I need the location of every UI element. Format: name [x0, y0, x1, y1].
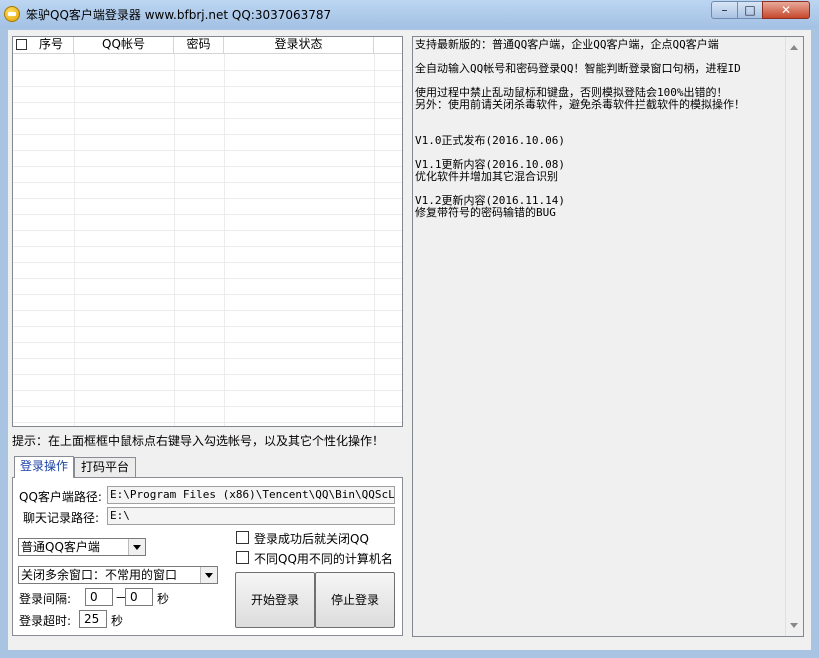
- notes-textarea[interactable]: 支持最新版的：普通QQ客户端，企业QQ客户端，企点QQ客户端全自动输入QQ帐号和…: [412, 36, 804, 637]
- grid-row-line: [13, 86, 402, 87]
- column-header-index[interactable]: 序号: [29, 37, 74, 53]
- tab-captcha-platform[interactable]: 打码平台: [74, 457, 136, 477]
- notes-line: V1.0正式发布(2016.10.06): [415, 134, 565, 147]
- client-path-field[interactable]: E:\Program Files (x86)\Tencent\QQ\Bin\QQ…: [107, 486, 395, 504]
- grid-column-line: [374, 54, 375, 426]
- notes-line: 全自动输入QQ帐号和密码登录QQ！智能判断登录窗口句柄，进程ID: [415, 62, 741, 75]
- notes-line: [415, 111, 787, 123]
- grid-column-line: [74, 54, 75, 426]
- notes-line: 另外：使用前请关闭杀毒软件，避免杀毒软件拦截软件的模拟操作！: [415, 98, 745, 111]
- grid-row-line: [13, 214, 402, 215]
- grid-row-line: [13, 278, 402, 279]
- grid-row-line: [13, 406, 402, 407]
- grid-row-line: [13, 294, 402, 295]
- notes-scrollbar[interactable]: [785, 37, 803, 636]
- client-type-select[interactable]: 普通QQ客户端: [18, 538, 146, 556]
- tab-login-operations[interactable]: 登录操作: [14, 456, 74, 478]
- interval-min-input[interactable]: 0: [85, 588, 113, 606]
- grid-row-line: [13, 198, 402, 199]
- close-after-login-label: 登录成功后就关闭QQ: [254, 532, 369, 546]
- chat-path-field[interactable]: E:\: [107, 507, 395, 525]
- timeout-unit: 秒: [111, 614, 124, 628]
- notes-text: 支持最新版的：普通QQ客户端，企业QQ客户端，企点QQ客户端全自动输入QQ帐号和…: [415, 39, 787, 219]
- grid-row-line: [13, 342, 402, 343]
- grid-row-line: [13, 246, 402, 247]
- app-logo-icon: [4, 6, 20, 22]
- app-window: 笨驴QQ客户端登录器 www.bfbrj.net QQ:3037063787 –…: [0, 0, 819, 658]
- window-title: 笨驴QQ客户端登录器 www.bfbrj.net QQ:3037063787: [26, 8, 332, 22]
- login-timeout-label: 登录超时:: [19, 614, 72, 628]
- login-operations-panel: QQ客户端路径: E:\Program Files (x86)\Tencent\…: [12, 477, 403, 636]
- grid-row-line: [13, 118, 402, 119]
- stop-login-button[interactable]: 停止登录: [315, 572, 395, 628]
- grid-row-line: [13, 358, 402, 359]
- grid-row-line: [13, 262, 402, 263]
- column-header-login-status[interactable]: 登录状态: [224, 37, 374, 53]
- grid-column-line: [174, 54, 175, 426]
- grid-row-line: [13, 310, 402, 311]
- grid-row-line: [13, 422, 402, 423]
- column-header-password[interactable]: 密码: [174, 37, 224, 53]
- client-area: 序号 QQ帐号 密码 登录状态 提示：在上面框框中鼠标点右键导入勾选帐号，以及其…: [8, 30, 811, 650]
- client-path-label: QQ客户端路径:: [19, 490, 102, 504]
- close-button[interactable]: ✕: [762, 1, 810, 19]
- list-header: 序号 QQ帐号 密码 登录状态: [13, 37, 402, 54]
- login-interval-label: 登录间隔:: [19, 592, 72, 606]
- close-after-login-checkbox[interactable]: [236, 531, 249, 544]
- chevron-down-icon: [200, 567, 217, 583]
- close-windows-value: 关闭多余窗口：不常用的窗口: [21, 568, 178, 582]
- account-list[interactable]: 序号 QQ帐号 密码 登录状态: [12, 36, 403, 427]
- select-all-checkbox[interactable]: [16, 39, 27, 50]
- grid-row-line: [13, 230, 402, 231]
- grid-row-line: [13, 70, 402, 71]
- grid-row-line: [13, 134, 402, 135]
- notes-line: 优化软件并增加其它混合识别: [415, 170, 558, 183]
- grid-column-line: [224, 54, 225, 426]
- column-header-qq-account[interactable]: QQ帐号: [74, 37, 174, 53]
- notes-line: 支持最新版的：普通QQ客户端，企业QQ客户端，企点QQ客户端: [415, 38, 719, 51]
- minimize-button[interactable]: –: [711, 1, 738, 19]
- grid-row-line: [13, 166, 402, 167]
- grid-row-line: [13, 326, 402, 327]
- interval-max-input[interactable]: 0: [125, 588, 153, 606]
- scroll-up-icon[interactable]: [790, 45, 798, 50]
- grid-row-line: [13, 390, 402, 391]
- grid-row-line: [13, 182, 402, 183]
- hint-text: 提示：在上面框框中鼠标点右键导入勾选帐号，以及其它个性化操作！: [12, 434, 385, 448]
- chat-path-label: 聊天记录路径:: [23, 511, 100, 525]
- grid-row-line: [13, 150, 402, 151]
- different-machine-name-checkbox[interactable]: [236, 551, 249, 564]
- title-bar[interactable]: 笨驴QQ客户端登录器 www.bfbrj.net QQ:3037063787 –…: [0, 0, 819, 28]
- interval-unit: 秒: [157, 592, 170, 606]
- scroll-down-icon[interactable]: [790, 623, 798, 628]
- chevron-down-icon: [128, 539, 145, 555]
- different-machine-name-label: 不同QQ用不同的计算机名: [254, 552, 393, 566]
- timeout-input[interactable]: 25: [79, 610, 107, 628]
- start-login-button[interactable]: 开始登录: [235, 572, 315, 628]
- grid-row-line: [13, 374, 402, 375]
- maximize-button[interactable]: □: [737, 1, 763, 19]
- notes-line: 修复带符号的密码输错的BUG: [415, 206, 556, 219]
- close-windows-select[interactable]: 关闭多余窗口：不常用的窗口: [18, 566, 218, 584]
- grid-row-line: [13, 102, 402, 103]
- client-type-value: 普通QQ客户端: [21, 540, 100, 554]
